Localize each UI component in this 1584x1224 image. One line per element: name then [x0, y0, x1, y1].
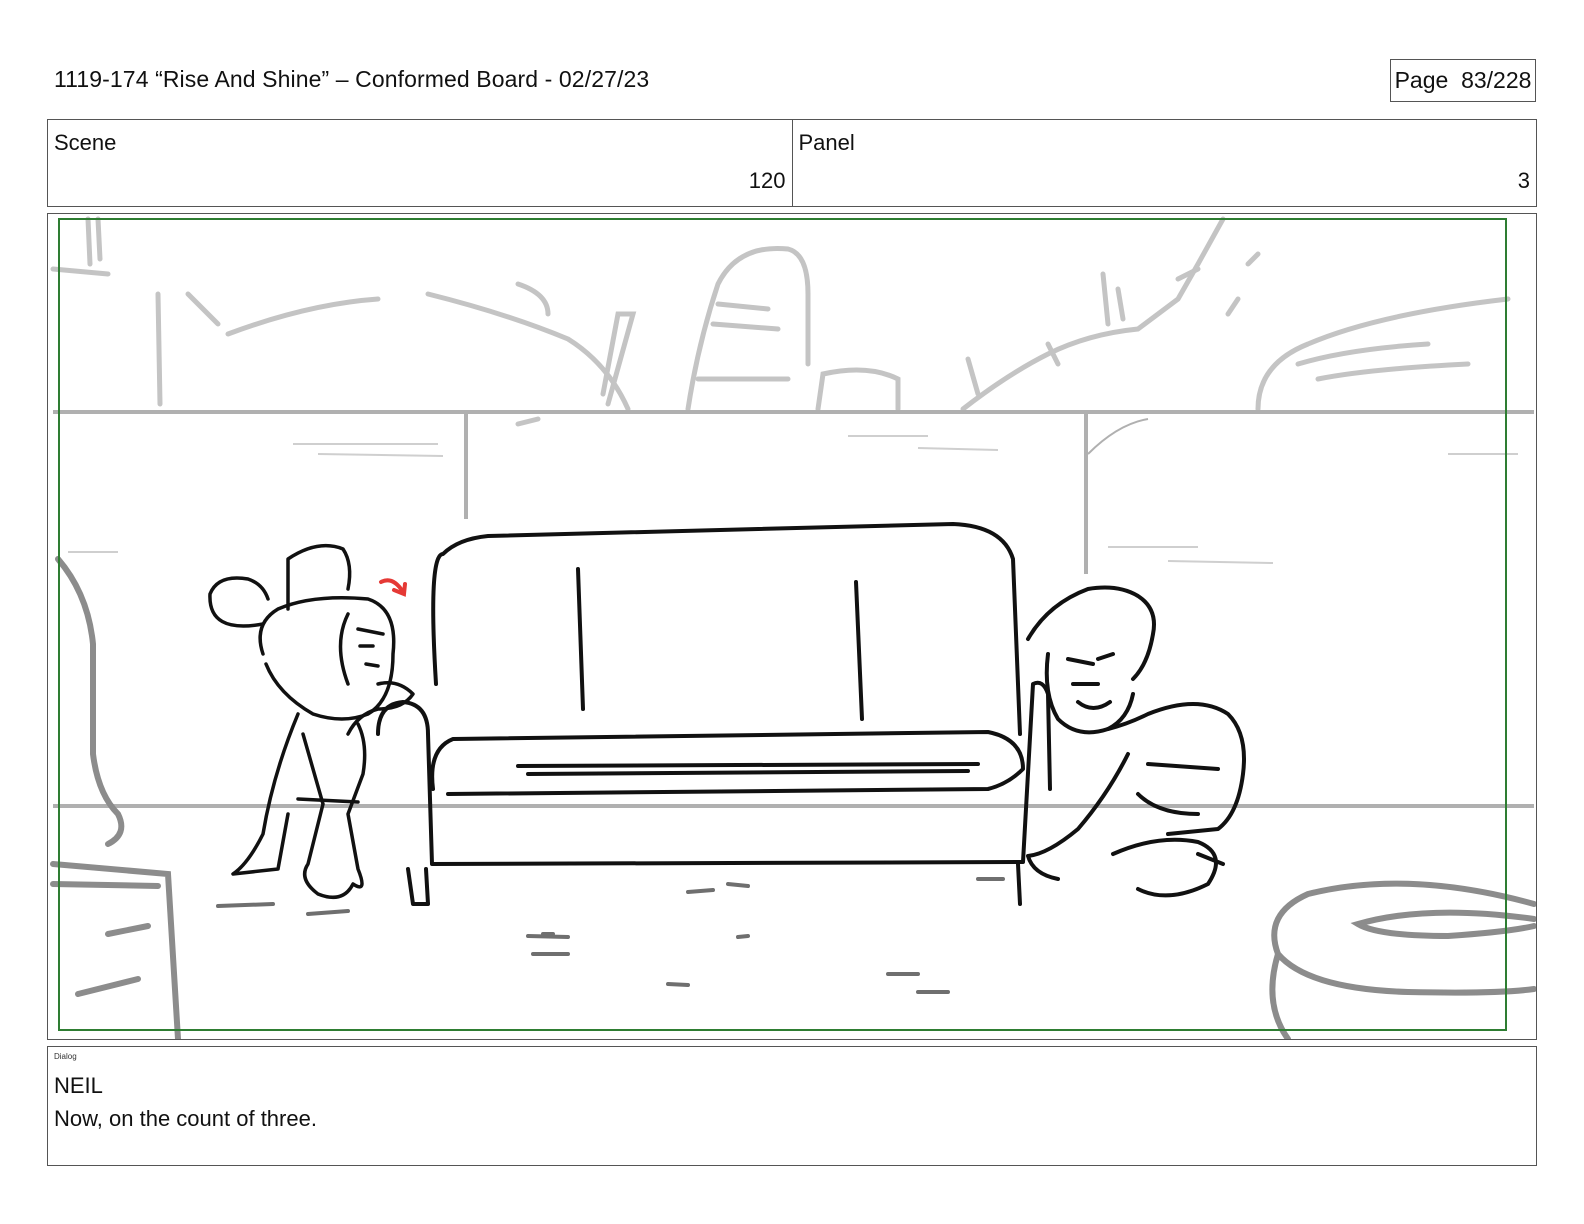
- board-title: 1119-174 “Rise And Shine” – Conformed Bo…: [54, 66, 650, 92]
- scene-cell: Scene 120: [48, 120, 792, 206]
- background-sketch: [50, 216, 1511, 427]
- dialog-box: Dialog NEIL Now, on the count of three.: [47, 1046, 1537, 1166]
- scene-panel-info: Scene 120 Panel 3: [47, 119, 1537, 207]
- scene-label: Scene: [54, 130, 117, 155]
- tire-prop: [1269, 880, 1536, 1039]
- dialog-line: Now, on the count of three.: [54, 1106, 317, 1131]
- girl-character: [208, 543, 415, 900]
- storyboard-panel: [47, 213, 1537, 1040]
- scene-number: 120: [748, 168, 786, 193]
- panel-number: 3: [1517, 168, 1530, 193]
- wall-texture: [68, 435, 1518, 564]
- couch-drawing: [376, 522, 1052, 906]
- dialog-label: Dialog: [54, 1052, 77, 1061]
- panel-label: Panel: [798, 130, 855, 155]
- action-arrow-icon: [379, 578, 407, 597]
- panel-cell: Panel 3: [791, 120, 1537, 206]
- panel-drawing: [50, 216, 1536, 1039]
- page-counter: Page 83/228: [1390, 59, 1536, 102]
- left-foreground-props: [50, 556, 181, 1039]
- neil-character: [1026, 585, 1246, 898]
- dialog-speaker: NEIL: [54, 1073, 103, 1098]
